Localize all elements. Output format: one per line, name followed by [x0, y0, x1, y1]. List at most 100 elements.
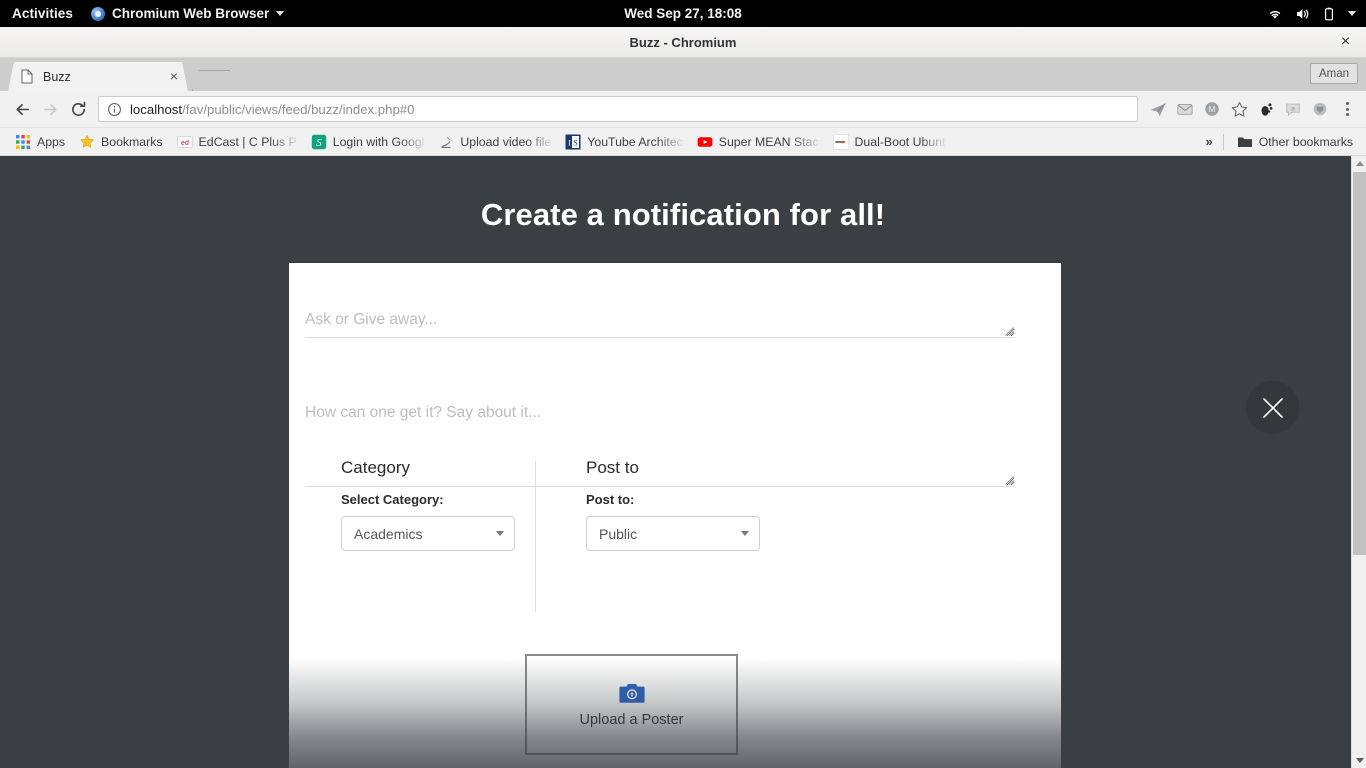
close-modal-button[interactable]: [1246, 381, 1299, 434]
volume-icon: [1297, 8, 1309, 19]
circle-m-icon[interactable]: M: [1199, 96, 1225, 122]
page-title: Create a notification for all!: [480, 197, 886, 232]
tab-title: Buzz: [43, 69, 71, 84]
star-icon: [80, 134, 94, 148]
post-to-select[interactable]: Public: [586, 516, 760, 551]
bookmarks-bar: Apps Bookmarks ed EdCast | C Plus P S Lo…: [0, 128, 1366, 156]
apps-grid-icon: [16, 134, 30, 149]
globe-heart-icon[interactable]: [1307, 96, 1333, 122]
bookmark-item-label: Upload video file: [460, 134, 552, 149]
address-bar[interactable]: localhost/fav/public/views/feed/buzz/ind…: [98, 96, 1138, 122]
bookmark-folder-bookmarks[interactable]: Bookmarks: [72, 130, 170, 154]
bookmark-apps-label: Apps: [37, 134, 66, 149]
system-tray[interactable]: [1267, 0, 1356, 27]
page-viewport: Create a notification for all! Ask or Gi…: [0, 156, 1366, 768]
title-field-wrapper: [305, 311, 1015, 338]
category-section-title: Category: [341, 458, 410, 477]
bookmarks-overflow-button[interactable]: »: [1199, 134, 1222, 149]
wrench-icon: [832, 133, 849, 150]
chrome-menu-icon[interactable]: [1336, 96, 1358, 122]
title-input[interactable]: [305, 311, 1015, 338]
post-to-select-value: Public: [599, 525, 638, 542]
tab-strip: Buzz × Aman: [0, 58, 1366, 91]
page-scrollbar[interactable]: [1351, 156, 1366, 768]
category-select-value: Academics: [354, 525, 423, 542]
bookmark-item-label: Super MEAN Stac: [718, 134, 819, 149]
section-divider: [535, 461, 536, 612]
battery-icon: [1324, 7, 1334, 20]
speech-bubble-icon[interactable]: a: [1280, 96, 1306, 122]
bookmark-folder-label: Bookmarks: [101, 134, 163, 149]
bookmarks-overflow-area: » Other bookmarks: [1199, 130, 1360, 154]
svg-text:S: S: [573, 137, 578, 147]
bookmark-item-label: EdCast | C Plus P: [198, 134, 297, 149]
category-section: Category Select Category: Academics: [341, 458, 515, 551]
window-titlebar: Buzz - Chromium ×: [0, 27, 1366, 58]
post-to-field-label: Post to:: [586, 492, 635, 507]
chevron-down-icon: [276, 11, 285, 16]
upload-icon: [441, 136, 452, 148]
gnome-top-bar: Activities Chromium Web Browser Wed Sep …: [0, 0, 1366, 27]
scrollbar-down-arrow-icon[interactable]: [1352, 753, 1366, 768]
new-tab-button[interactable]: [192, 70, 230, 91]
svg-text:I: I: [568, 138, 571, 147]
category-select[interactable]: Academics: [341, 516, 515, 551]
forward-button[interactable]: [36, 95, 64, 123]
bookmark-item-label: Login with Googl: [332, 134, 425, 149]
ihs-icon: I S: [565, 134, 581, 149]
post-to-section-title: Post to: [586, 458, 639, 477]
scrollbar-up-arrow-icon[interactable]: [1352, 156, 1366, 171]
envelope-icon[interactable]: [1172, 96, 1198, 122]
post-to-section: Post to Post to: Public: [586, 458, 760, 551]
upload-poster-dropzone[interactable]: Upload a Poster: [525, 654, 738, 755]
window-title: Buzz - Chromium: [629, 34, 737, 50]
footprint-icon[interactable]: [1253, 96, 1279, 122]
bookmark-item-label: Dual-Boot Ubunt: [854, 134, 946, 149]
activities-button[interactable]: Activities: [0, 0, 83, 27]
tray-chevron-down-icon[interactable]: [1348, 11, 1356, 16]
paper-plane-icon[interactable]: [1145, 96, 1171, 122]
category-field-label: Select Category:: [341, 492, 444, 507]
browser-toolbar: localhost/fav/public/views/feed/buzz/ind…: [0, 91, 1366, 128]
chevron-down-icon: [741, 531, 749, 536]
page-info-icon[interactable]: [107, 102, 122, 117]
back-button[interactable]: [8, 95, 36, 123]
close-icon: [1262, 397, 1283, 418]
bookmark-item-youtube-architecture[interactable]: I S YouTube Architec: [558, 130, 689, 154]
app-menu-chromium[interactable]: Chromium Web Browser: [83, 6, 292, 21]
svg-text:S: S: [316, 137, 322, 149]
svg-text:ed: ed: [180, 140, 188, 147]
s-green-icon: S: [311, 134, 326, 149]
window-close-button[interactable]: ×: [1337, 34, 1354, 51]
bookmark-item-upload-video-file[interactable]: Upload video file: [431, 130, 558, 154]
bookmark-item-edcast[interactable]: ed EdCast | C Plus P: [170, 130, 304, 154]
bookmark-item-login-with-google[interactable]: S Login with Googl: [304, 130, 432, 154]
bookmark-item-dual-boot-ubuntu[interactable]: Dual-Boot Ubunt: [826, 130, 953, 154]
chromium-window: Buzz - Chromium × Buzz × Aman localhost …: [0, 27, 1366, 768]
url-path: /fav/public/views/feed/buzz/index.php#0: [182, 101, 415, 117]
svg-text:M: M: [1209, 105, 1216, 114]
svg-text:a: a: [1291, 105, 1295, 112]
tab-buzz[interactable]: Buzz ×: [8, 62, 188, 91]
bookmark-item-label: YouTube Architec: [587, 134, 683, 149]
reload-button[interactable]: [64, 95, 92, 123]
folder-icon: [1237, 137, 1252, 147]
wifi-icon: [1269, 10, 1281, 19]
bookmarks-separator: [1222, 133, 1224, 150]
scrollbar-thumb[interactable]: [1353, 172, 1366, 555]
edcast-icon: ed: [176, 135, 193, 148]
camera-add-icon: [618, 683, 645, 703]
tab-close-icon[interactable]: ×: [166, 68, 182, 85]
chevron-down-icon: [496, 531, 504, 536]
bookmark-item-super-mean-stack[interactable]: Super MEAN Stac: [690, 130, 826, 154]
bookmark-star-icon[interactable]: [1226, 96, 1252, 122]
bookmark-other-bookmarks[interactable]: Other bookmarks: [1230, 130, 1360, 154]
bookmark-apps[interactable]: Apps: [8, 130, 72, 154]
app-menu-label: Chromium Web Browser: [112, 6, 270, 21]
other-bookmarks-label: Other bookmarks: [1258, 134, 1353, 149]
upload-poster-label: Upload a Poster: [579, 711, 684, 728]
chromium-icon: [91, 6, 106, 21]
url-host: localhost: [130, 101, 183, 117]
page-icon: [21, 69, 33, 84]
profile-chip[interactable]: Aman: [1310, 63, 1358, 84]
